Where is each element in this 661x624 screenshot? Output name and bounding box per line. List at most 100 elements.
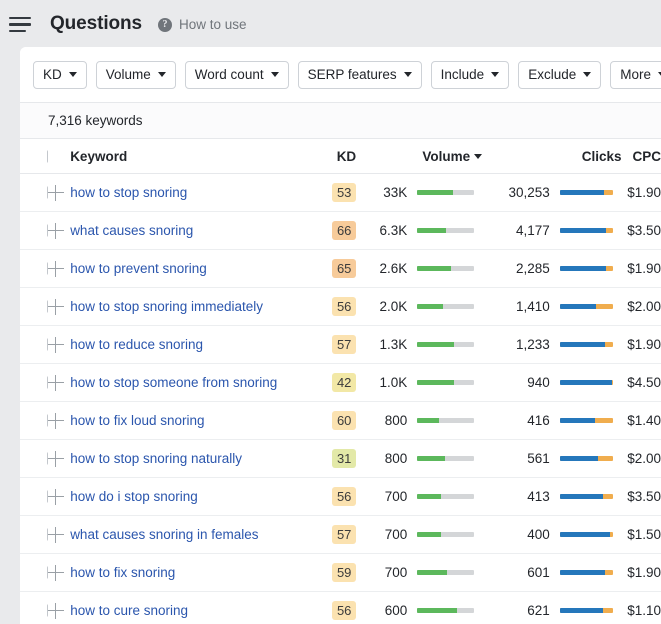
kd-badge: 57	[332, 525, 357, 544]
volume-cell: 800	[360, 401, 408, 440]
kd-badge: 56	[332, 487, 357, 506]
filter-volume-button[interactable]: Volume	[95, 60, 176, 89]
clicks-bar-track	[559, 608, 614, 613]
plus-icon[interactable]	[47, 412, 64, 429]
keyword-link[interactable]: what causes snoring	[70, 223, 193, 238]
keyword-link[interactable]: how do i stop snoring	[70, 489, 198, 504]
row-expand-cell	[47, 173, 71, 212]
column-header-cpc[interactable]: CPC	[621, 139, 661, 174]
clicks-bar-track	[559, 418, 614, 423]
keyword-cell: what causes snoring	[70, 211, 316, 250]
clicks-bar-track	[559, 532, 614, 537]
plus-icon[interactable]	[47, 450, 64, 467]
filter-kd-button[interactable]: KD	[33, 60, 87, 89]
keyword-link[interactable]: how to prevent snoring	[70, 261, 207, 276]
clicks-bar-cell	[549, 477, 622, 516]
keyword-link[interactable]: what causes snoring in females	[70, 527, 258, 542]
filter-include-button[interactable]: Include	[430, 60, 510, 89]
plus-icon[interactable]	[47, 184, 64, 201]
filter-word-count-button[interactable]: Word count	[184, 60, 289, 89]
clicks-cell: 416	[482, 401, 550, 440]
plus-icon[interactable]	[47, 298, 64, 315]
filter-exclude-label: Exclude	[528, 67, 577, 82]
plus-icon[interactable]	[47, 336, 64, 353]
column-header-clicks[interactable]: Clicks	[482, 139, 622, 174]
keyword-link[interactable]: how to stop snoring	[70, 185, 187, 200]
clicks-bar-fill	[559, 380, 612, 385]
row-expand-cell	[47, 211, 71, 250]
keyword-link[interactable]: how to fix snoring	[70, 565, 175, 580]
keyword-link[interactable]: how to fix loud snoring	[70, 413, 204, 428]
column-header-volume[interactable]: Volume	[360, 139, 483, 174]
volume-bar-fill	[417, 608, 458, 613]
kd-badge: 53	[332, 183, 357, 202]
plus-icon[interactable]	[47, 564, 64, 581]
volume-bar-cell	[407, 363, 483, 402]
table-row: how do i stop snoring 56 700 413 $3.50	[20, 477, 661, 516]
volume-bar-fill	[417, 418, 439, 423]
clicks-bar-track	[559, 304, 614, 309]
row-select-cell	[20, 211, 60, 250]
filter-exclude-button[interactable]: Exclude	[518, 60, 602, 89]
filter-serp-features-button[interactable]: SERP features	[297, 60, 422, 89]
keywords-table: Keyword KD Volume Clicks CPC how to stop…	[20, 139, 661, 624]
clicks-bar-track	[559, 380, 614, 385]
keyword-link[interactable]: how to stop snoring immediately	[70, 299, 263, 314]
volume-cell: 1.3K	[360, 325, 408, 364]
volume-bar-fill	[417, 190, 453, 195]
clicks-bar-cell	[549, 173, 622, 212]
clicks-bar-track	[559, 266, 614, 271]
clicks-bar-cell	[549, 401, 622, 440]
row-expand-cell	[47, 249, 71, 288]
content-panel: KD Volume Word count SERP features Inclu…	[20, 47, 661, 624]
row-select-cell	[20, 363, 60, 402]
column-header-kd[interactable]: KD	[315, 139, 361, 174]
how-to-use-link[interactable]: ? How to use	[158, 17, 247, 32]
column-header-keyword[interactable]: Keyword	[70, 139, 316, 174]
plus-icon[interactable]	[47, 488, 64, 505]
volume-bar-fill	[417, 228, 446, 233]
chevron-down-icon	[583, 72, 592, 77]
clicks-bar-track	[559, 570, 614, 575]
plus-icon[interactable]	[47, 374, 64, 391]
keyword-cell: how to stop snoring naturally	[70, 439, 316, 478]
keyword-link[interactable]: how to reduce snoring	[70, 337, 203, 352]
select-all-cell	[20, 139, 60, 174]
plus-icon[interactable]	[47, 602, 64, 619]
cpc-cell: $2.00	[621, 287, 661, 326]
clicks-bar-track	[559, 228, 614, 233]
expand-header-cell	[47, 139, 71, 174]
keyword-link[interactable]: how to stop snoring naturally	[70, 451, 242, 466]
cpc-cell: $2.00	[621, 439, 661, 478]
row-select-cell	[20, 325, 60, 364]
filter-more-button[interactable]: More	[610, 60, 661, 89]
filter-include-label: Include	[440, 67, 485, 82]
plus-icon[interactable]	[47, 260, 64, 277]
kd-cell: 56	[315, 591, 361, 624]
clicks-cell: 1,233	[482, 325, 550, 364]
keyword-cell: how to prevent snoring	[70, 249, 316, 288]
keywords-table-body: how to stop snoring 53 33K 30,253 $1.90 what …	[20, 173, 661, 624]
clicks-cell: 601	[482, 553, 550, 592]
volume-bar-track	[417, 304, 475, 309]
keyword-link[interactable]: how to cure snoring	[70, 603, 188, 618]
keyword-link[interactable]: how to stop someone from snoring	[70, 375, 277, 390]
volume-cell: 700	[360, 553, 408, 592]
plus-icon[interactable]	[47, 526, 64, 543]
keyword-cell: what causes snoring in females	[70, 515, 316, 554]
row-select-cell	[20, 515, 60, 554]
clicks-bar-fill	[559, 456, 599, 461]
clicks-bar-track	[559, 494, 614, 499]
plus-icon[interactable]	[47, 222, 64, 239]
kd-badge: 42	[332, 373, 357, 392]
table-row: how to prevent snoring 65 2.6K 2,285 $1.90	[20, 249, 661, 288]
volume-bar-fill	[417, 494, 442, 499]
volume-cell: 600	[360, 591, 408, 624]
kd-cell: 42	[315, 363, 361, 402]
volume-bar-cell	[407, 591, 483, 624]
volume-bar-cell	[407, 477, 483, 516]
kd-badge: 60	[332, 411, 357, 430]
volume-bar-cell	[407, 439, 483, 478]
hamburger-icon[interactable]	[9, 14, 31, 36]
volume-cell: 6.3K	[360, 211, 408, 250]
